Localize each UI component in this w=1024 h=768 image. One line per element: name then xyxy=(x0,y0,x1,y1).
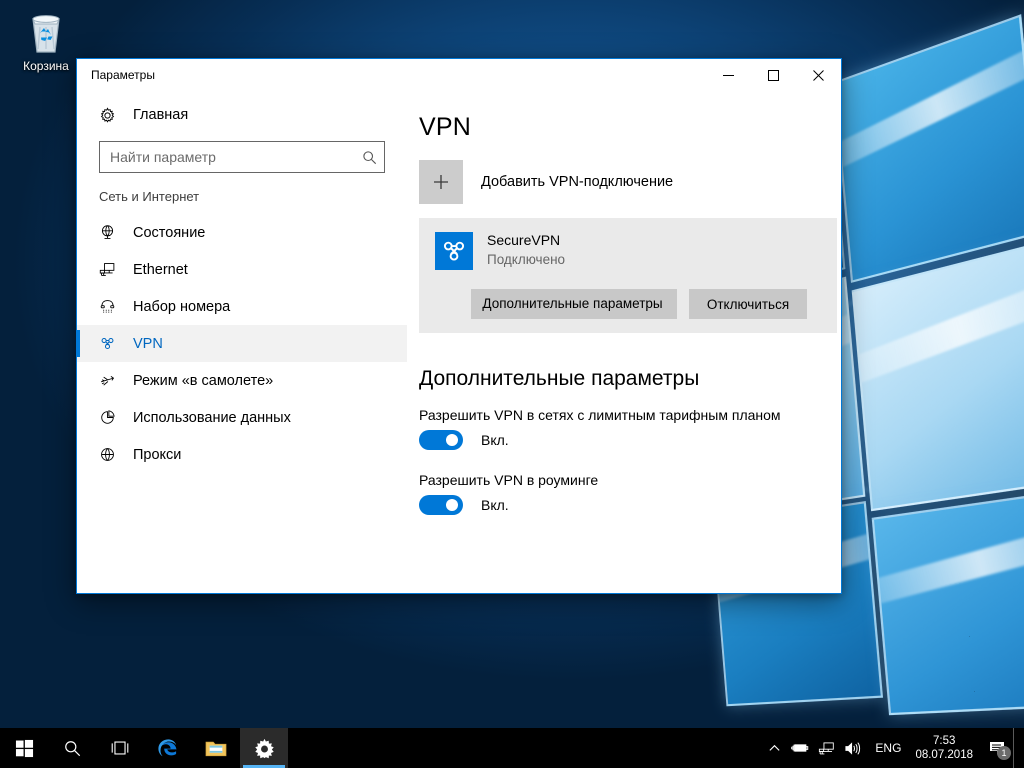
search-button[interactable] xyxy=(48,728,96,768)
task-view-icon xyxy=(111,741,129,755)
advanced-options-button[interactable]: Дополнительные параметры xyxy=(471,289,677,319)
vpn-icon xyxy=(99,335,125,352)
sidebar-item-label: Состояние xyxy=(133,224,206,241)
globe-icon xyxy=(99,446,125,463)
tray-time: 7:53 xyxy=(933,735,956,747)
action-center-badge: 1 xyxy=(997,746,1011,760)
setting-label-roaming: Разрешить VPN в роуминге xyxy=(419,472,599,488)
sidebar-item-label: Ethernet xyxy=(133,261,188,278)
action-center-button[interactable]: 1 xyxy=(981,728,1013,768)
sidebar-item-label: Главная xyxy=(133,107,189,123)
window-titlebar[interactable]: Параметры xyxy=(77,59,841,91)
vpn-connection-status: Подключено xyxy=(487,252,566,267)
dialup-phone-icon xyxy=(99,298,125,315)
monitor-icon xyxy=(99,261,125,278)
gear-icon xyxy=(254,738,274,758)
desktop[interactable]: Корзина Параметры Главная Найти параметр… xyxy=(0,0,1024,768)
vpn-connection-icon xyxy=(435,232,473,270)
sidebar-item-airplane-mode[interactable]: Режим «в самолете» xyxy=(77,362,407,399)
setting-row-metered[interactable]: Вкл. xyxy=(419,430,841,450)
tray-volume-icon[interactable] xyxy=(839,728,865,768)
gear-icon xyxy=(99,106,125,124)
taskbar-settings-button[interactable] xyxy=(240,728,288,768)
desktop-icon-label: Корзина xyxy=(23,59,69,73)
file-explorer-button[interactable] xyxy=(192,728,240,768)
windows-logo-icon xyxy=(15,739,33,757)
tray-chevron-up-icon[interactable] xyxy=(761,728,787,768)
sidebar-item-dialup[interactable]: Набор номера xyxy=(77,288,407,325)
maximize-button[interactable] xyxy=(751,59,796,91)
pie-chart-icon xyxy=(99,409,125,426)
edge-button[interactable] xyxy=(144,728,192,768)
task-view-button[interactable] xyxy=(96,728,144,768)
toggle-allow-vpn-metered[interactable] xyxy=(419,430,463,450)
add-vpn-connection-label: Добавить VPN-подключение xyxy=(481,174,674,190)
sidebar-item-proxy[interactable]: Прокси xyxy=(77,436,407,473)
sidebar-item-label: Набор номера xyxy=(133,298,231,315)
folder-icon xyxy=(205,741,227,757)
settings-window[interactable]: Параметры Главная Найти параметр Сеть и … xyxy=(76,58,842,594)
sidebar-item-label: Использование данных xyxy=(133,409,291,426)
search-icon xyxy=(64,740,80,756)
search-icon[interactable] xyxy=(354,150,384,165)
chevron-up-icon xyxy=(769,744,780,751)
airplane-icon xyxy=(99,372,125,389)
sidebar[interactable]: Главная Сеть и Интернет xyxy=(77,91,407,593)
toggle-allow-vpn-roaming[interactable] xyxy=(419,495,463,515)
sidebar-item-ethernet[interactable]: Ethernet xyxy=(77,251,407,288)
sidebar-item-status[interactable]: Состояние xyxy=(77,214,407,251)
window-caption-buttons[interactable] xyxy=(706,59,841,91)
system-tray[interactable]: ENG 7:53 08.07.2018 1 xyxy=(761,728,1024,768)
sidebar-item-label: VPN xyxy=(133,335,163,352)
disconnect-button[interactable]: Отключиться xyxy=(689,289,807,319)
sidebar-item-label: Режим «в самолете» xyxy=(133,372,274,389)
desktop-icon-recycle-bin[interactable]: Корзина xyxy=(8,8,84,73)
page-title: VPN xyxy=(419,113,472,141)
volume-icon xyxy=(845,741,861,755)
sidebar-item-label: Прокси xyxy=(133,446,182,463)
battery-icon xyxy=(791,744,809,752)
vpn-connection-card[interactable]: SecureVPN Подключено Дополнительные пара… xyxy=(419,218,837,333)
close-button[interactable] xyxy=(796,59,841,91)
add-vpn-connection-button[interactable]: Добавить VPN-подключение xyxy=(419,160,839,204)
recycle-bin-icon xyxy=(22,10,70,56)
search-input[interactable] xyxy=(100,149,354,165)
sidebar-item-data-usage[interactable]: Использование данных xyxy=(77,399,407,436)
start-button[interactable] xyxy=(0,728,48,768)
close-icon xyxy=(813,69,824,81)
plus-icon xyxy=(419,160,463,204)
window-title: Параметры xyxy=(91,68,155,82)
show-desktop-button[interactable] xyxy=(1013,728,1020,768)
advanced-options-label: Дополнительные параметры xyxy=(482,296,663,311)
sidebar-section-caption: Сеть и Интернет xyxy=(99,189,200,204)
network-icon xyxy=(818,742,834,755)
tray-date: 08.07.2018 xyxy=(915,749,973,761)
setting-label-metered: Разрешить VPN в сетях с лимитным тарифны… xyxy=(419,407,781,423)
globe-status-icon xyxy=(99,224,125,241)
tray-network-icon[interactable] xyxy=(813,728,839,768)
setting-row-roaming[interactable]: Вкл. xyxy=(419,495,841,515)
tray-language-indicator[interactable]: ENG xyxy=(865,728,911,768)
tray-battery-icon[interactable] xyxy=(787,728,813,768)
advanced-section-heading: Дополнительные параметры xyxy=(419,367,700,390)
sidebar-item-vpn[interactable]: VPN xyxy=(77,325,407,362)
minimize-icon xyxy=(723,74,734,76)
maximize-icon xyxy=(768,69,779,81)
edge-icon xyxy=(158,739,177,757)
main-content: VPN Добавить VPN-подключение SecureVPN П… xyxy=(407,91,841,593)
sidebar-item-home[interactable]: Главная xyxy=(77,95,407,135)
toggle-state-label: Вкл. xyxy=(481,432,509,448)
search-box[interactable] xyxy=(99,141,385,173)
vpn-connection-name: SecureVPN xyxy=(487,232,561,248)
minimize-button[interactable] xyxy=(706,59,751,91)
taskbar[interactable]: ENG 7:53 08.07.2018 1 xyxy=(0,728,1024,768)
clipped-next-heading: С xyxy=(419,591,434,593)
toggle-state-label: Вкл. xyxy=(481,497,509,513)
tray-clock[interactable]: 7:53 08.07.2018 xyxy=(911,728,981,768)
